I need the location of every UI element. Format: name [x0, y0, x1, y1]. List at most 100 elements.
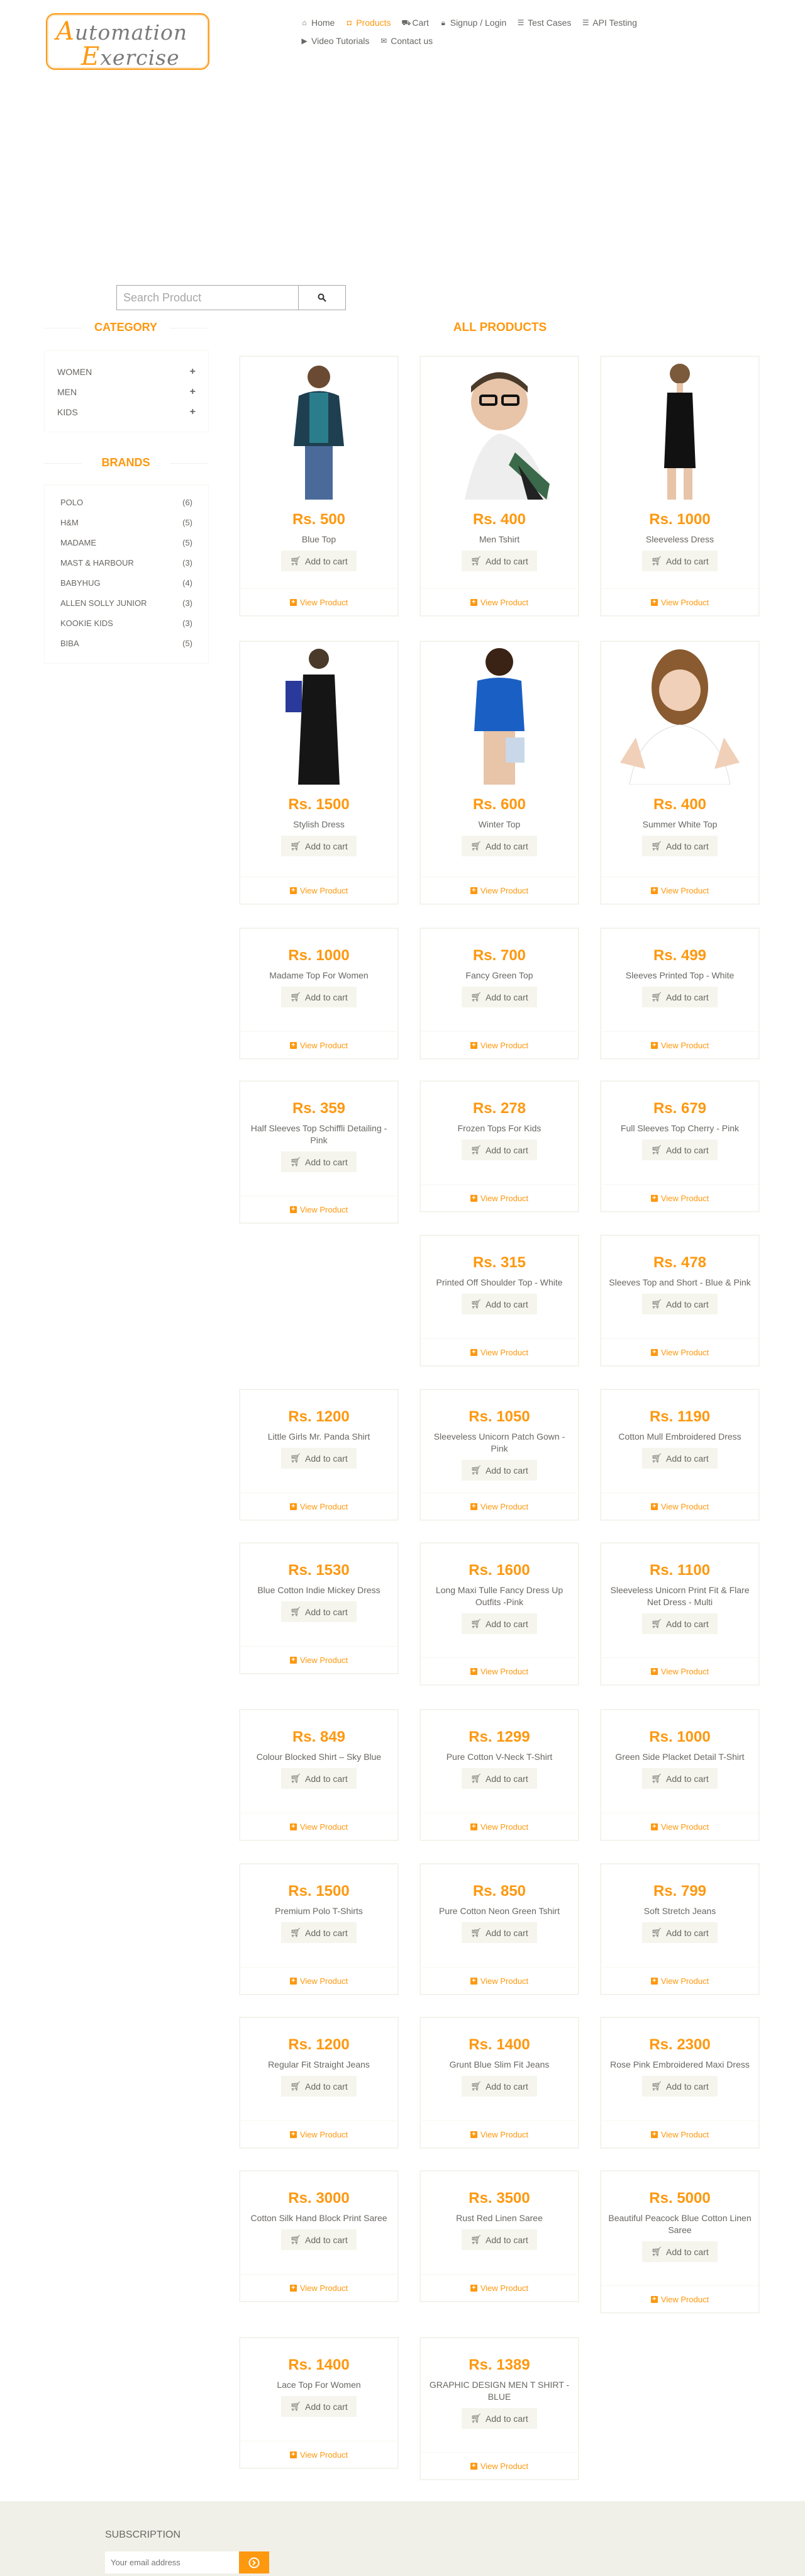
category-women[interactable]: Women + [57, 367, 196, 387]
view-product-link[interactable]: + View Product [601, 2285, 759, 2313]
brand-item[interactable]: Madame (5) [60, 538, 192, 558]
nav-home[interactable]: ⌂ Home [301, 18, 335, 28]
nav-signup-login[interactable]: 🔒︎ Signup / Login [440, 18, 507, 28]
add-to-cart-button[interactable]: 🛒︎ Add to cart [281, 1768, 357, 1789]
add-to-cart-button[interactable]: 🛒︎ Add to cart [462, 2076, 537, 2097]
add-to-cart-button[interactable]: 🛒︎ Add to cart [281, 987, 357, 1007]
add-to-cart-label: Add to cart [305, 2081, 348, 2092]
brand-item[interactable]: Babyhug (4) [60, 578, 192, 598]
view-product-link[interactable]: + View Product [601, 1967, 759, 1995]
view-product-link[interactable]: + View Product [601, 1338, 759, 1366]
add-to-cart-button[interactable]: 🛒︎ Add to cart [462, 836, 537, 856]
view-product-link[interactable]: + View Product [601, 1813, 759, 1840]
product-name: Blue Cotton Indie Mickey Dress [257, 1585, 380, 1595]
add-to-cart-button[interactable]: 🛒︎ Add to cart [281, 1922, 357, 1943]
search-input[interactable] [116, 285, 299, 310]
view-product-link[interactable]: + View Product [240, 2120, 398, 2148]
view-product-link[interactable]: + View Product [420, 2452, 579, 2480]
plus-icon[interactable]: + [190, 387, 196, 407]
nav-test-cases[interactable]: ☰ Test Cases [517, 18, 572, 28]
add-to-cart-button[interactable]: 🛒︎ Add to cart [642, 1294, 718, 1314]
add-to-cart-button[interactable]: 🛒︎ Add to cart [642, 1613, 718, 1634]
view-product-link[interactable]: + View Product [420, 2274, 579, 2302]
add-to-cart-button[interactable]: 🛒︎ Add to cart [462, 1140, 537, 1160]
brand-item[interactable]: Allen Solly Junior (3) [60, 598, 192, 619]
add-to-cart-button[interactable]: 🛒︎ Add to cart [642, 836, 718, 856]
view-product-link[interactable]: + View Product [240, 876, 398, 904]
view-product-link[interactable]: + View Product [420, 876, 579, 904]
nav-video-tutorials[interactable]: ▶ Video Tutorials [301, 36, 369, 46]
plus-icon[interactable]: + [190, 367, 196, 387]
view-product-link[interactable]: + View Product [420, 1657, 579, 1685]
view-product-link[interactable]: + View Product [420, 588, 579, 616]
view-product-link[interactable]: + View Product [601, 876, 759, 904]
view-product-link[interactable]: + View Product [240, 2274, 398, 2302]
add-to-cart-button[interactable]: 🛒︎ Add to cart [281, 2229, 357, 2250]
plus-icon[interactable]: + [190, 407, 196, 427]
brand-item[interactable]: Polo (6) [60, 498, 192, 518]
add-to-cart-button[interactable]: 🛒︎ Add to cart [462, 1294, 537, 1314]
view-product-link[interactable]: + View Product [420, 1184, 579, 1212]
view-product-link[interactable]: + View Product [420, 1967, 579, 1995]
view-product-link[interactable]: + View Product [240, 1492, 398, 1520]
add-to-cart-button[interactable]: 🛒︎ Add to cart [281, 836, 357, 856]
brand-item[interactable]: Biba (5) [60, 639, 192, 659]
add-to-cart-button[interactable]: 🛒︎ Add to cart [462, 2229, 537, 2250]
view-product-link[interactable]: + View Product [601, 2120, 759, 2148]
view-product-link[interactable]: + View Product [601, 1492, 759, 1520]
add-to-cart-button[interactable]: 🛒︎ Add to cart [281, 1448, 357, 1469]
add-to-cart-button[interactable]: 🛒︎ Add to cart [281, 2076, 357, 2097]
add-to-cart-button[interactable]: 🛒︎ Add to cart [642, 1768, 718, 1789]
add-to-cart-button[interactable]: 🛒︎ Add to cart [642, 551, 718, 571]
view-product-link[interactable]: + View Product [240, 1813, 398, 1840]
add-to-cart-button[interactable]: 🛒︎ Add to cart [642, 1140, 718, 1160]
add-to-cart-button[interactable]: 🛒︎ Add to cart [281, 551, 357, 571]
add-to-cart-button[interactable]: 🛒︎ Add to cart [462, 551, 537, 571]
add-to-cart-button[interactable]: 🛒︎ Add to cart [642, 2076, 718, 2097]
brand-name: Kookie Kids [60, 619, 113, 628]
add-to-cart-button[interactable]: 🛒︎ Add to cart [462, 1460, 537, 1481]
add-to-cart-button[interactable]: 🛒︎ Add to cart [642, 1448, 718, 1469]
view-product-link[interactable]: + View Product [601, 1031, 759, 1059]
view-product-link[interactable]: + View Product [601, 1657, 759, 1685]
view-product-link[interactable]: + View Product [420, 1813, 579, 1840]
add-to-cart-button[interactable]: 🛒︎ Add to cart [642, 1922, 718, 1943]
add-to-cart-button[interactable]: 🛒︎ Add to cart [642, 987, 718, 1007]
add-to-cart-button[interactable]: 🛒︎ Add to cart [281, 2396, 357, 2417]
nav-contact-us[interactable]: ✉ Contact us [380, 36, 433, 46]
nav-api-testing[interactable]: ☰ API Testing [582, 18, 637, 28]
add-to-cart-button[interactable]: 🛒︎ Add to cart [462, 1613, 537, 1634]
category-kids[interactable]: Kids + [57, 407, 196, 427]
view-product-link[interactable]: + View Product [420, 2120, 579, 2148]
view-product-link[interactable]: + View Product [240, 1031, 398, 1059]
view-product-link[interactable]: + View Product [420, 1338, 579, 1366]
search-button[interactable] [299, 285, 346, 310]
brand-item[interactable]: H&M (5) [60, 518, 192, 538]
add-to-cart-button[interactable]: 🛒︎ Add to cart [462, 1922, 537, 1943]
view-product-link[interactable]: + View Product [601, 588, 759, 616]
view-product-link[interactable]: + View Product [240, 1967, 398, 1995]
add-to-cart-button[interactable]: 🛒︎ Add to cart [281, 1151, 357, 1172]
category-men[interactable]: Men + [57, 387, 196, 407]
subscribe-button[interactable] [239, 2551, 269, 2573]
view-product-link[interactable]: + View Product [240, 2441, 398, 2468]
site-logo[interactable]: Automation Exercise [46, 13, 209, 71]
subscription-email-input[interactable] [105, 2551, 239, 2573]
add-to-cart-button[interactable]: 🛒︎ Add to cart [462, 2408, 537, 2429]
nav-cart[interactable]: ⛟ Cart [401, 18, 428, 28]
view-product-link[interactable]: + View Product [420, 1492, 579, 1520]
brand-item[interactable]: Mast & Harbour (3) [60, 558, 192, 578]
view-product-link[interactable]: + View Product [601, 1184, 759, 1212]
product-price: Rs. 1200 [288, 2036, 350, 2053]
brand-item[interactable]: Kookie Kids (3) [60, 619, 192, 639]
plus-square-icon: + [650, 1978, 658, 1985]
add-to-cart-button[interactable]: 🛒︎ Add to cart [462, 1768, 537, 1789]
view-product-link[interactable]: + View Product [240, 1196, 398, 1223]
add-to-cart-button[interactable]: 🛒︎ Add to cart [462, 987, 537, 1007]
add-to-cart-button[interactable]: 🛒︎ Add to cart [642, 2241, 718, 2262]
view-product-link[interactable]: + View Product [240, 588, 398, 616]
nav-products[interactable]: ◘ Products [345, 18, 391, 28]
view-product-link[interactable]: + View Product [240, 1646, 398, 1674]
view-product-link[interactable]: + View Product [420, 1031, 579, 1059]
add-to-cart-button[interactable]: 🛒︎ Add to cart [281, 1601, 357, 1622]
